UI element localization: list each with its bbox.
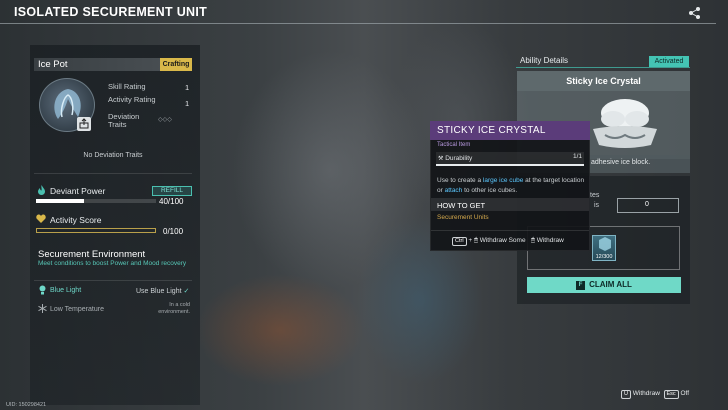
skill-rating-value: 1 <box>185 83 190 92</box>
durability-label-text: Durability <box>445 155 473 162</box>
skill-rating-label: Skill Rating <box>108 82 146 91</box>
flame-icon <box>38 185 45 195</box>
off-button[interactable]: Off <box>681 390 690 397</box>
desc-part: Use to create a <box>437 177 483 184</box>
ice-crystal-pot-icon <box>593 99 657 148</box>
durability-value: 1/1 <box>573 153 583 160</box>
crafting-badge: Crafting <box>160 58 192 71</box>
desc-part: to other ice cubes. <box>462 186 518 194</box>
ability-name: Sticky Ice Crystal <box>566 76 641 86</box>
deviant-power-label: Deviant Power <box>50 186 106 196</box>
export-icon[interactable] <box>77 117 91 131</box>
low-temperature-condition: Low Temperature <box>50 306 104 313</box>
slot-value: 0 <box>645 201 649 208</box>
divider <box>34 280 192 281</box>
claim-all-label: CLAIM ALL <box>589 280 632 289</box>
share-icon[interactable] <box>688 6 702 20</box>
activity-rating-value: 1 <box>185 99 190 108</box>
withdraw-action[interactable]: Withdraw <box>537 237 564 244</box>
footer-keybinds: U Withdraw Esc Off <box>621 390 689 399</box>
desc-highlight: large ice cube <box>482 177 524 184</box>
ability-details-label: Ability Details <box>520 56 569 65</box>
activated-badge: Activated <box>649 56 689 67</box>
activity-rating-label: Activity Rating <box>108 95 156 104</box>
activity-score-value: 0/100 <box>163 227 184 236</box>
check-icon: ✓ <box>183 288 190 295</box>
tooltip-description: Use to create a large ice cube at the ta… <box>437 176 585 195</box>
tooltip-actions: Ctrl + 🖱 Withdraw Some 🖱 Withdraw <box>452 237 564 246</box>
snowflake-icon <box>38 304 47 313</box>
divider <box>516 67 690 68</box>
mouse-icon: 🖱 <box>531 237 535 244</box>
durability-label: ⚒ Durability <box>438 155 472 162</box>
light-bulb-icon <box>39 285 46 295</box>
inventory-count: 12/300 <box>595 254 613 260</box>
divider <box>34 173 192 174</box>
plus-sign: + <box>468 237 473 244</box>
esc-key: Esc <box>663 390 679 399</box>
header-divider <box>0 23 716 24</box>
deviation-traits-dots: ◇◇◇ <box>158 117 172 123</box>
withdraw-key: U <box>621 390 631 399</box>
deviant-power-fill <box>36 199 84 203</box>
how-to-get-title: HOW TO GET <box>437 201 486 210</box>
tooltip-title: STICKY ICE CRYSTAL <box>437 125 546 136</box>
deviation-traits-label: Deviation Traits <box>108 112 140 129</box>
page-title: ISOLATED SECUREMENT UNIT <box>14 5 208 19</box>
wrench-icon: ⚒ <box>438 156 444 162</box>
partial-label: is <box>594 202 600 209</box>
item-name: Ice Pot <box>38 59 68 70</box>
how-to-get-source: Securement Units <box>437 214 489 221</box>
blue-light-requirement-text: Use Blue Light <box>136 288 182 295</box>
durability-bar <box>436 164 584 166</box>
heart-icon <box>36 214 46 223</box>
activity-score-bar <box>36 228 156 233</box>
partial-label: tes <box>590 192 600 199</box>
withdraw-some-action[interactable]: Withdraw Some <box>480 237 526 244</box>
environment-description: Meet conditions to boost Power and Mood … <box>38 260 187 267</box>
ctrl-key: Ctrl <box>452 237 467 246</box>
ability-description: adhesive ice block. <box>591 159 651 166</box>
uid-label: UID: 150298421 <box>6 402 47 408</box>
withdraw-footer-button[interactable]: Withdraw <box>633 390 660 397</box>
mouse-icon: 🖱 <box>473 237 478 244</box>
divider <box>431 230 589 231</box>
activity-score-label: Activity Score <box>50 215 102 225</box>
blue-light-condition: Blue Light <box>50 287 82 294</box>
low-temperature-requirement: In a cold environment. <box>158 302 190 315</box>
deviant-power-value: 40/100 <box>159 197 184 206</box>
tooltip-item-type: Tactical Item <box>437 142 471 148</box>
claim-all-button[interactable]: F CLAIM ALL <box>527 277 681 293</box>
no-traits-text: No Deviation Traits <box>83 152 143 159</box>
refill-button[interactable]: REFILL <box>152 186 192 196</box>
ice-cube-icon <box>599 237 611 251</box>
claim-key: F <box>576 281 586 290</box>
desc-highlight: attach <box>444 186 463 194</box>
blue-light-requirement: Use Blue Light ✓ <box>136 287 189 295</box>
environment-title: Securement Environment <box>38 249 146 260</box>
